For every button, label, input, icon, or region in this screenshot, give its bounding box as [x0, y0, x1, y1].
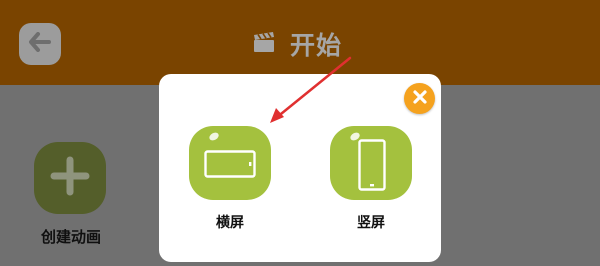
portrait-button[interactable] — [330, 126, 412, 200]
create-animation-card[interactable]: 创建动画 — [26, 142, 112, 252]
page-title: 开始 — [290, 31, 343, 60]
create-animation-label: 创建动画 — [40, 228, 101, 246]
landscape-button[interactable] — [189, 126, 271, 200]
arrow-left-icon — [28, 32, 52, 56]
shine-highlight — [207, 130, 221, 143]
landscape-option[interactable]: 横屏 — [189, 126, 271, 236]
landscape-phone-icon — [204, 150, 256, 182]
create-animation-button[interactable] — [34, 142, 106, 214]
plus-icon — [49, 155, 91, 201]
close-icon — [412, 89, 428, 109]
portrait-phone-icon — [358, 139, 386, 195]
portrait-label: 竖屏 — [357, 215, 385, 231]
landscape-label: 横屏 — [216, 215, 244, 231]
back-button[interactable] — [19, 23, 61, 65]
close-button[interactable] — [404, 83, 435, 114]
clapperboard-icon — [252, 31, 276, 57]
header-title-group: 开始 — [252, 26, 342, 62]
portrait-option[interactable]: 竖屏 — [330, 126, 412, 236]
app-header: 开始 — [0, 0, 600, 85]
